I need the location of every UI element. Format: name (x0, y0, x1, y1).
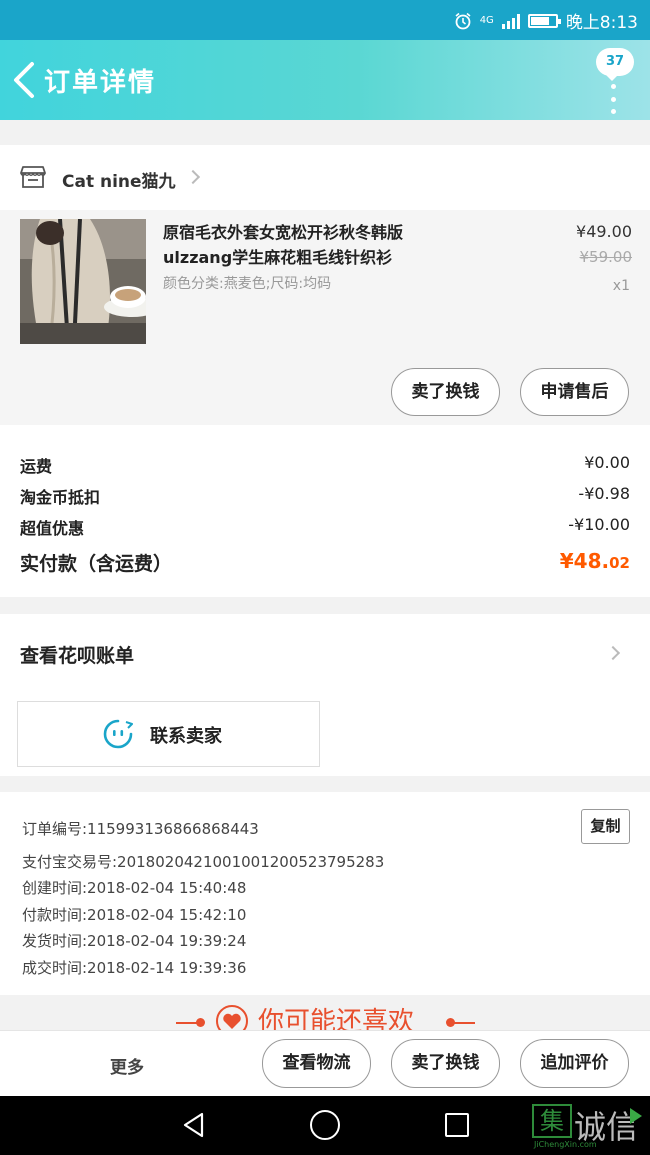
status-bar: 4G 晚上8:13 (0, 0, 650, 40)
nav-home-icon[interactable] (310, 1110, 340, 1140)
back-arrow-icon[interactable] (8, 56, 44, 104)
contact-seller-label: 联系卖家 (150, 726, 222, 747)
product-price: ¥49.00 (576, 222, 632, 241)
watermark-url: JiChengXin.com (534, 1140, 597, 1149)
discount-row: 超值优惠 -¥10.00 (20, 515, 630, 539)
discount-label: 超值优惠 (20, 519, 85, 538)
alarm-icon (455, 12, 471, 29)
page-title: 订单详情 (44, 68, 157, 98)
sell-exchange-button[interactable]: 卖了换钱 (391, 1039, 500, 1088)
chevron-right-icon (605, 645, 621, 661)
paid-row: 实付款（含运费） ¥48.02 (20, 549, 630, 576)
recommend-title: 你可能还喜欢 (258, 1007, 415, 1030)
product-item[interactable]: 原宿毛衣外套女宽松开衫秋冬韩版ulzzang学生麻花粗毛线针织衫 颜色分类:燕麦… (0, 210, 650, 425)
more-button[interactable]: 更多 (110, 1053, 144, 1078)
more-dots-icon[interactable] (610, 84, 616, 114)
message-count-badge[interactable]: 37 (596, 48, 634, 81)
view-logistics-button[interactable]: 查看物流 (262, 1039, 371, 1088)
paid-time: 付款时间:2018-02-04 15:42:10 (22, 906, 247, 924)
coin-deduction-row: 淘金币抵扣 -¥0.98 (20, 484, 630, 508)
completed-time: 成交时间:2018-02-14 19:39:36 (22, 959, 247, 977)
sell-exchange-button[interactable]: 卖了换钱 (391, 368, 500, 416)
shipping-label: 运费 (20, 457, 53, 476)
nav-recent-apps-icon[interactable] (445, 1113, 469, 1137)
order-info: 订单编号:115993136866868443 复制 支付宝交易号:201802… (0, 792, 650, 995)
store-icon (20, 166, 46, 188)
product-image (20, 219, 146, 344)
order-number: 订单编号:115993136866868443 (22, 820, 259, 838)
shop-name: Cat nine猫九 (62, 172, 176, 192)
coin-deduction-value: -¥0.98 (578, 484, 630, 503)
product-spec: 颜色分类:燕麦色;尺码:均码 (163, 276, 332, 292)
product-title: 原宿毛衣外套女宽松开衫秋冬韩版ulzzang学生麻花粗毛线针织衫 (163, 223, 404, 267)
system-nav-bar: 集 诚信 JiChengXin.com (0, 1096, 650, 1155)
after-sales-button[interactable]: 申请售后 (520, 368, 629, 416)
price-summary: 运费 ¥0.00 淘金币抵扣 -¥0.98 超值优惠 -¥10.00 实付款（含… (0, 425, 650, 597)
divider (176, 1022, 198, 1024)
battery-icon (527, 13, 561, 28)
chat-face-icon (103, 719, 133, 749)
coin-deduction-label: 淘金币抵扣 (20, 488, 101, 507)
huabei-bill-link[interactable]: 查看花呗账单 (20, 641, 134, 668)
alipay-trade-number: 支付宝交易号:2018020421001001200523795283 (22, 853, 385, 871)
shipping-row: 运费 ¥0.00 (20, 453, 630, 477)
product-original-price: ¥59.00 (579, 248, 633, 266)
heart-icon (216, 1005, 248, 1030)
created-time: 创建时间:2018-02-04 15:40:48 (22, 879, 247, 897)
discount-value: -¥10.00 (568, 515, 630, 534)
header: 订单详情 37 (0, 40, 650, 120)
watermark-arrow-icon (630, 1108, 642, 1124)
shipped-time: 发货时间:2018-02-04 19:39:24 (22, 932, 247, 950)
add-review-button[interactable]: 追加评价 (520, 1039, 629, 1088)
bottom-action-bar: 更多 查看物流 卖了换钱 追加评价 (0, 1030, 650, 1096)
nav-back-icon[interactable] (180, 1111, 208, 1139)
divider (453, 1022, 475, 1024)
watermark-logo: 集 (532, 1104, 572, 1138)
clock: 晚上8:13 (565, 13, 638, 33)
recommend-header: 你可能还喜欢 (0, 995, 650, 1030)
paid-value: ¥48.02 (559, 549, 630, 573)
copy-button[interactable]: 复制 (581, 809, 630, 844)
product-quantity: x1 (612, 278, 630, 294)
huabei-section: 查看花呗账单 联系卖家 (0, 614, 650, 776)
network-type: 4G (479, 14, 494, 26)
shop-row[interactable]: Cat nine猫九 (0, 145, 650, 210)
chevron-right-icon (185, 169, 201, 185)
shipping-value: ¥0.00 (584, 453, 630, 472)
divider-dot (196, 1018, 205, 1027)
contact-seller-button[interactable]: 联系卖家 (17, 701, 320, 767)
signal-icon (501, 13, 520, 29)
paid-label: 实付款（含运费） (20, 553, 173, 575)
